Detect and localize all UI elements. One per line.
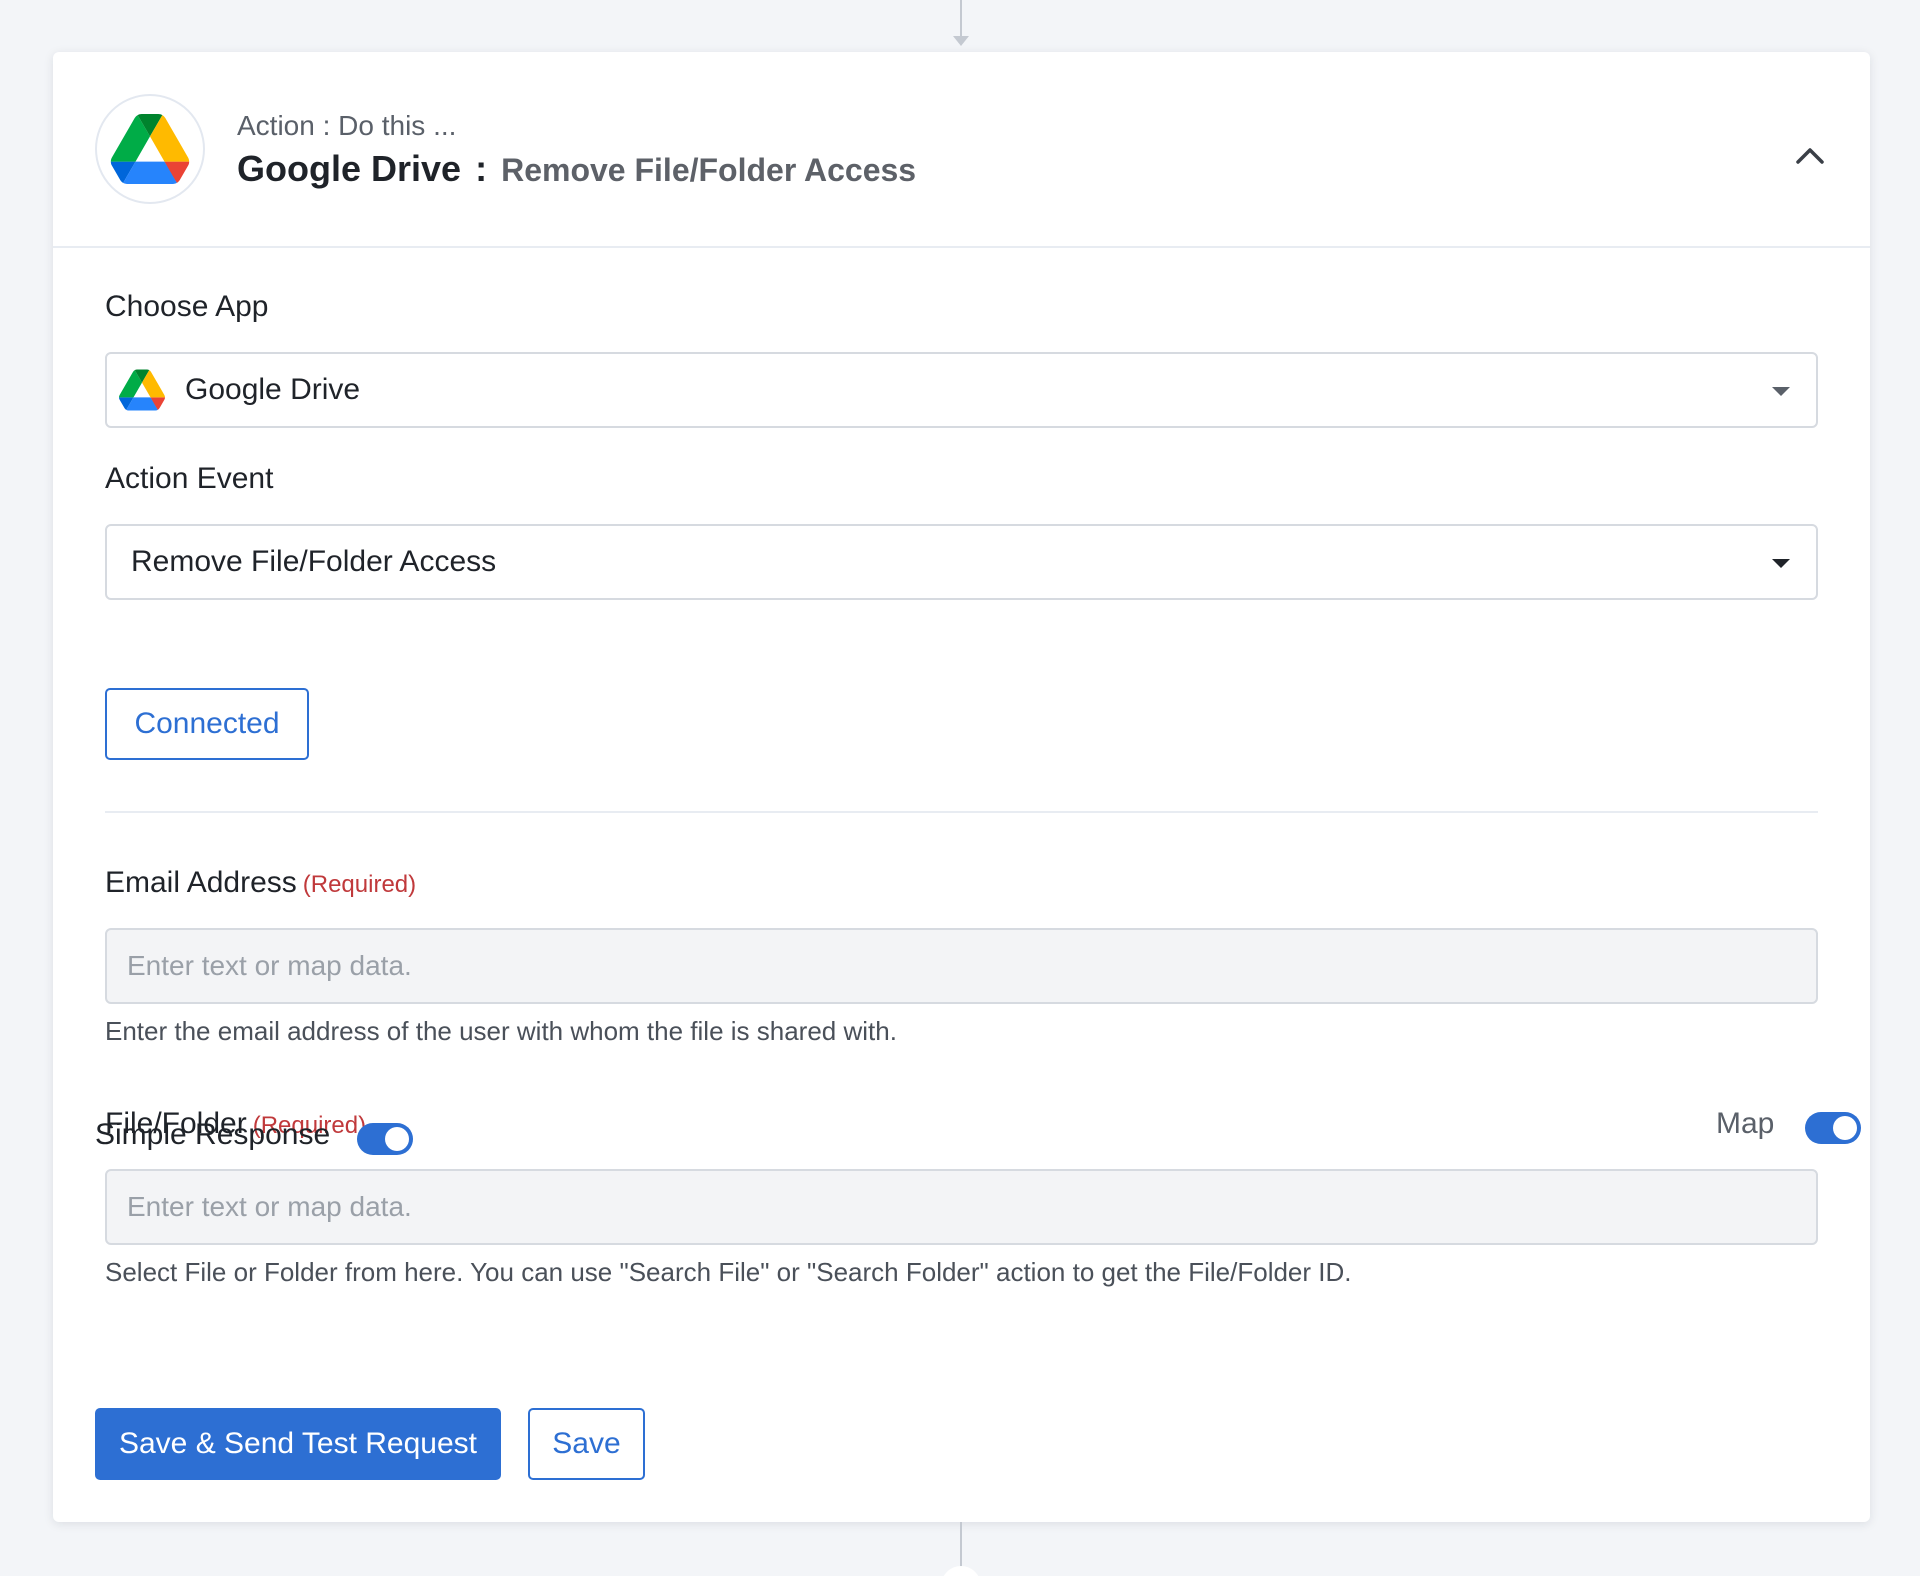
- google-drive-icon: [110, 114, 190, 184]
- email-address-label: Email Address (Required): [105, 866, 416, 900]
- map-label: Map: [1716, 1107, 1775, 1140]
- action-event-label: Action Event: [105, 462, 274, 495]
- email-address-label-text: Email Address: [105, 866, 297, 899]
- toggle-knob: [1833, 1116, 1857, 1140]
- card-header[interactable]: Action : Do this ... Google Drive : Remo…: [53, 52, 1870, 248]
- flow-connector-top: [960, 0, 962, 38]
- simple-response-toggle[interactable]: [357, 1123, 413, 1155]
- email-address-input[interactable]: [105, 928, 1818, 1004]
- step-subtitle: Action : Do this ...: [237, 110, 457, 141]
- section-divider: [105, 811, 1818, 813]
- file-folder-input[interactable]: [105, 1169, 1818, 1245]
- action-event-select[interactable]: Remove File/Folder Access: [105, 524, 1818, 600]
- collapse-button[interactable]: [1790, 136, 1830, 176]
- add-step-dot[interactable]: [941, 1566, 981, 1576]
- choose-app-label: Choose App: [105, 290, 269, 323]
- required-marker: (Required): [302, 871, 417, 898]
- chevron-up-icon: [1796, 148, 1824, 164]
- save-button[interactable]: Save: [528, 1408, 645, 1480]
- save-and-send-test-button[interactable]: Save & Send Test Request: [95, 1408, 501, 1480]
- step-app-name: Google Drive: [237, 148, 462, 189]
- google-drive-icon: [119, 369, 165, 411]
- chevron-down-icon: [1772, 559, 1790, 568]
- map-toggle[interactable]: [1805, 1112, 1861, 1144]
- action-step-card: Action : Do this ... Google Drive : Remo…: [53, 52, 1870, 1522]
- title-separator: :: [475, 148, 488, 189]
- google-drive-logo: [95, 94, 205, 204]
- toggle-knob: [385, 1127, 409, 1151]
- chevron-down-icon: [1772, 387, 1790, 396]
- action-event-value: Remove File/Folder Access: [131, 545, 497, 578]
- step-event-name: Remove File/Folder Access: [501, 152, 917, 188]
- flow-arrow-icon: [953, 36, 969, 46]
- choose-app-select[interactable]: Google Drive: [105, 352, 1818, 428]
- connected-button[interactable]: Connected: [105, 688, 309, 760]
- step-title: Google Drive : Remove File/Folder Access: [237, 148, 916, 190]
- simple-response-label: Simple Response: [95, 1118, 331, 1151]
- choose-app-value: Google Drive: [185, 373, 361, 406]
- email-address-help: Enter the email address of the user with…: [105, 1016, 897, 1046]
- file-folder-help: Select File or Folder from here. You can…: [105, 1257, 1352, 1287]
